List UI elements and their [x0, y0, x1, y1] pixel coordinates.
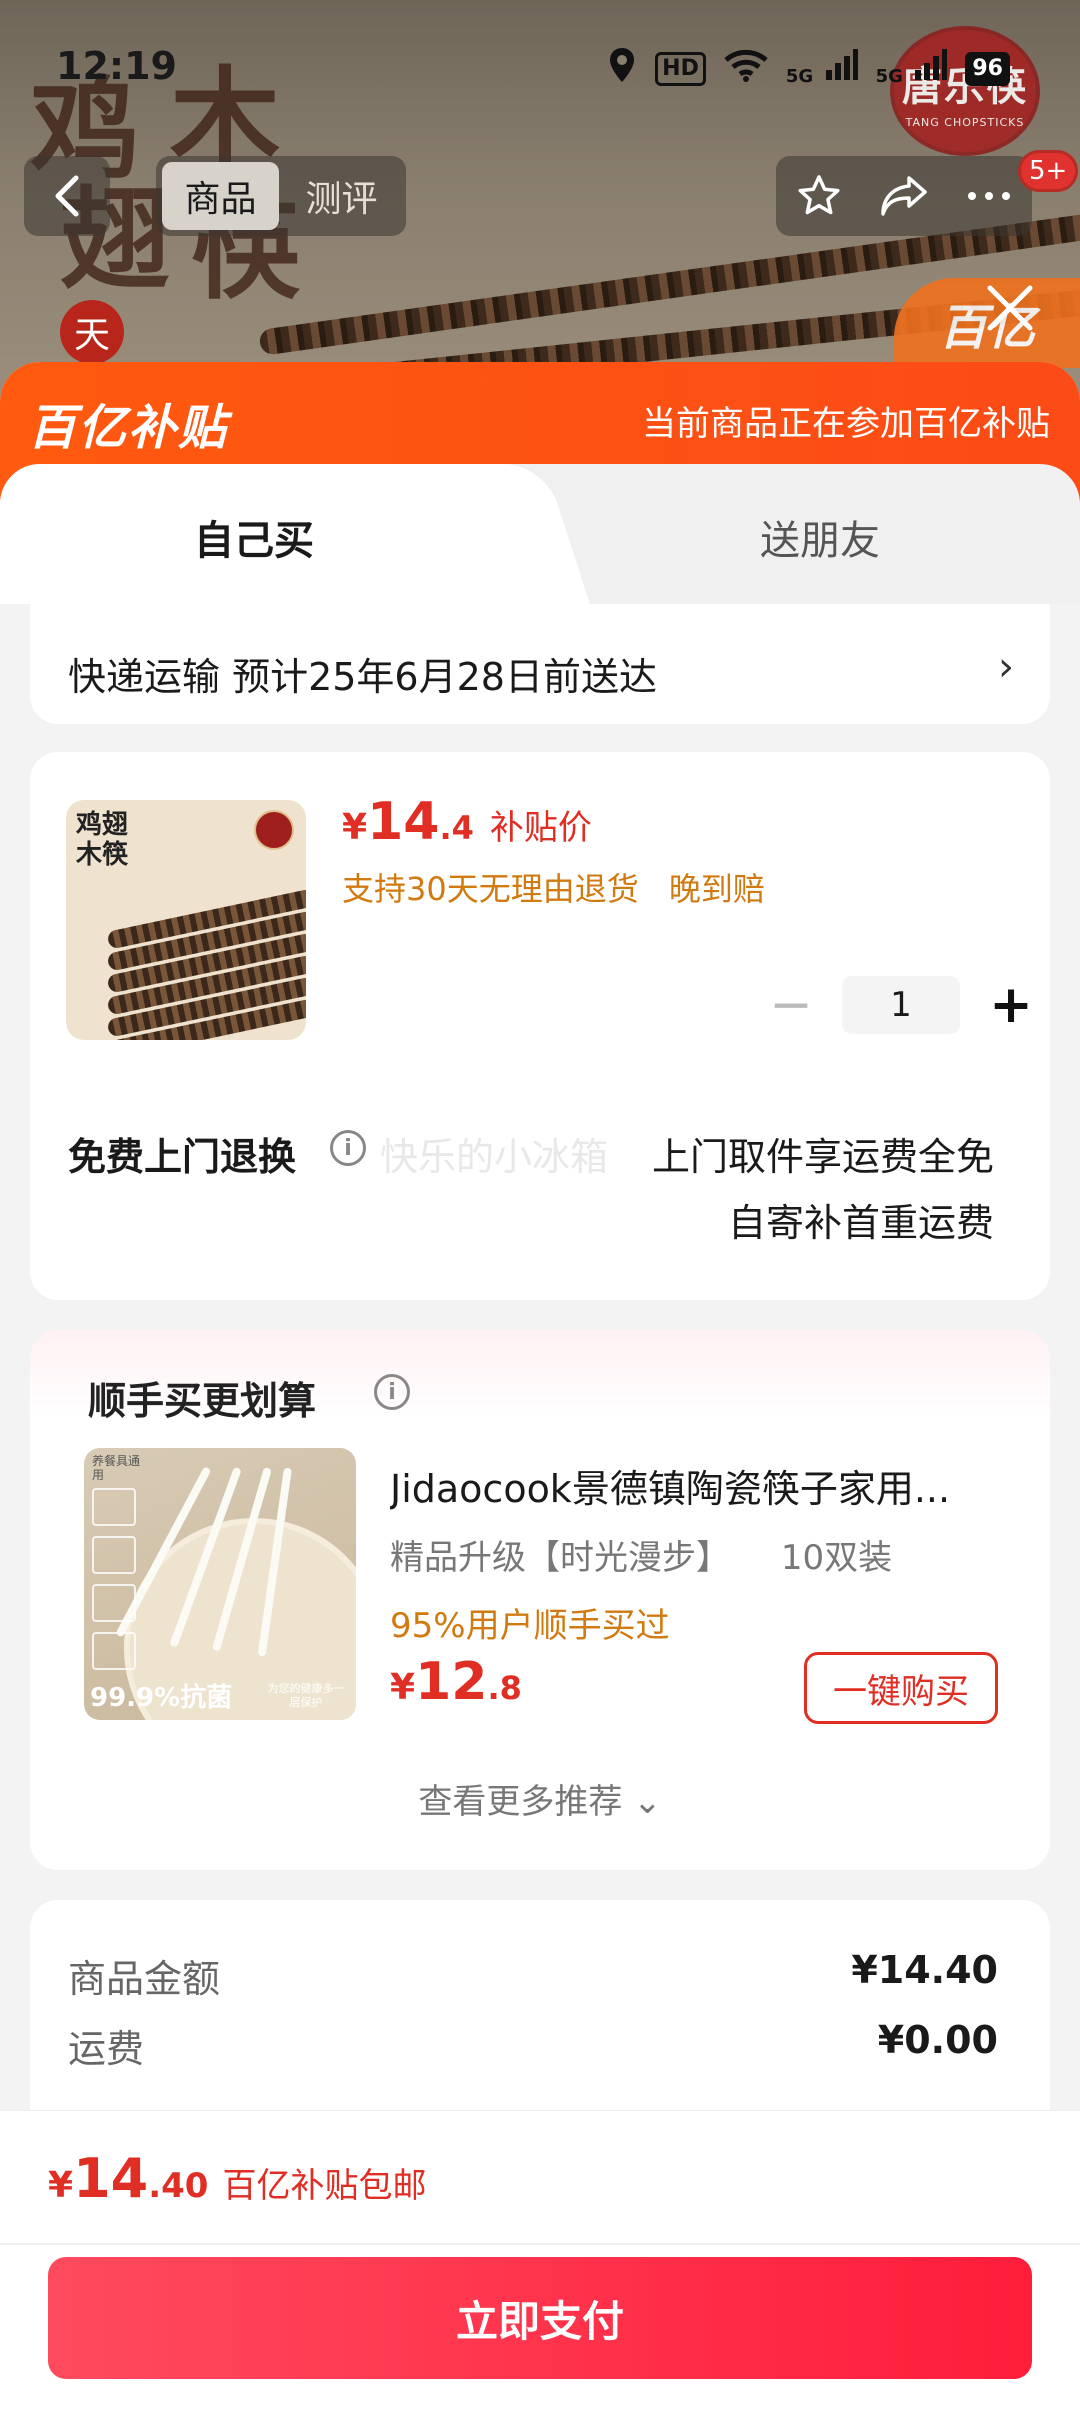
share-icon	[881, 176, 927, 216]
product-image-text-1: 鸡翅	[76, 810, 129, 840]
chevron-left-icon	[55, 175, 79, 217]
goods-amount-value: ¥14.40	[851, 1948, 998, 1992]
return-title: 免费上门退换	[68, 1135, 297, 1179]
checkout-bottom-bar: ¥ 14 .40 百亿补贴包邮 立即支付	[0, 2110, 1080, 2412]
more-dots-icon	[968, 192, 1011, 200]
info-icon[interactable]: i	[330, 1130, 366, 1166]
product-image-logo	[254, 810, 294, 850]
chevron-right-icon: ›	[998, 644, 1014, 690]
close-icon	[987, 285, 1033, 331]
info-icon[interactable]: i	[374, 1374, 410, 1410]
checkout-sheet: 百亿补贴 当前商品正在参加百亿补贴 自己买 送朋友 快递运输 预计25年6月28…	[0, 362, 1080, 2412]
signal-5g-icon: 5G	[786, 48, 858, 90]
bundle-recommendation: 顺手买更划算 i 养餐具通用 99.9%抗菌 为您的健康多一层保护 Jidaoc…	[30, 1330, 1050, 1870]
wifi-icon	[724, 48, 768, 90]
one-click-buy-button[interactable]: 一键购买	[804, 1652, 998, 1724]
total-price-decimal: .40	[148, 2166, 209, 2206]
bundle-image-tag: 养餐具通用	[92, 1454, 141, 1482]
price-integer: 14	[367, 792, 440, 852]
guarantee-tags: 支持30天无理由退货 晚到赔	[342, 864, 785, 910]
bundle-spec-variant: 精品升级【时光漫步】	[390, 1538, 730, 1578]
shipping-value: ¥0.00	[877, 2018, 998, 2062]
pay-now-button[interactable]: 立即支付	[48, 2257, 1032, 2379]
back-button[interactable]	[24, 156, 110, 236]
bundle-price: ¥ 12 .8	[390, 1652, 522, 1712]
hd-icon: HD	[655, 52, 706, 86]
guarantee-return: 支持30天无理由退货	[342, 870, 639, 908]
total-price-currency: ¥	[48, 2165, 74, 2206]
star-icon	[798, 175, 840, 215]
signal-5g-icon-2: 5G	[876, 48, 948, 90]
product-thumbnail[interactable]: 鸡翅 木筷	[66, 800, 306, 1040]
status-icons: HD 5G 5G 96	[607, 46, 1010, 92]
location-icon	[607, 46, 637, 92]
signal-5g-label-2: 5G	[875, 66, 903, 87]
bundle-image-features	[92, 1488, 136, 1670]
product-image-text: 鸡翅 木筷	[76, 810, 128, 870]
favorite-button[interactable]	[784, 161, 854, 231]
tab-reviews[interactable]: 测评	[283, 162, 400, 230]
shipping-label: 运费	[68, 2027, 145, 2071]
free-return-service: 免费上门退换 i 快乐的小冰箱 上门取件享运费全免 自寄补首重运费	[68, 1116, 1018, 1256]
signal-5g-label: 5G	[785, 66, 814, 87]
share-button[interactable]	[869, 161, 939, 231]
watermark-text: 快乐的小冰箱	[380, 1135, 609, 1179]
bundle-spec-quantity: 10双装	[780, 1538, 893, 1578]
total-row-goods: 商品金额 ¥14.40	[68, 1948, 998, 2003]
bundle-price-currency: ¥	[390, 1667, 416, 1708]
bundle-product-name[interactable]: Jidaocook景德镇陶瓷筷子家用...	[390, 1458, 1020, 1513]
total-price: ¥ 14 .40 百亿补贴包邮	[48, 2147, 426, 2210]
purchase-mode-segment: 自己买 送朋友	[0, 464, 1080, 604]
increase-quantity-button[interactable]: +	[980, 974, 1042, 1036]
status-time: 12:19	[56, 44, 177, 88]
battery-icon: 96	[965, 52, 1010, 86]
goods-amount-label: 商品金额	[68, 1957, 221, 2001]
bundle-price-decimal: .8	[487, 1669, 522, 1707]
quantity-stepper: − 1 +	[760, 974, 1042, 1036]
total-price-label: 百亿补贴包邮	[222, 2166, 427, 2206]
quantity-value[interactable]: 1	[842, 976, 960, 1034]
close-sheet-button[interactable]	[970, 268, 1050, 348]
tab-buy-self[interactable]: 自己买	[194, 508, 314, 566]
price-label: 补贴价	[489, 808, 592, 848]
bundle-image-foot: 为您的健康多一层保护	[267, 1682, 345, 1709]
product-image-text-2: 木筷	[76, 840, 129, 870]
total-row-shipping: 运费 ¥0.00	[68, 2018, 998, 2073]
bundle-product-spec: 精品升级【时光漫步】 10双装	[390, 1530, 932, 1579]
tab-product[interactable]: 商品	[162, 162, 279, 230]
banner-seal: 天	[60, 300, 124, 364]
nav-tabs: 商品 测评	[156, 156, 406, 236]
tab-gift-friend[interactable]: 送朋友	[760, 508, 880, 566]
bundle-social-proof: 95%用户顺手买过	[390, 1606, 670, 1646]
subsidy-note: 当前商品正在参加百亿补贴	[642, 404, 1050, 444]
return-line-1: 上门取件享运费全免	[651, 1135, 994, 1179]
delivery-text: 快递运输 预计25年6月28日前送达	[68, 655, 657, 699]
product-price: ¥ 14 .4 补贴价	[342, 792, 592, 852]
guarantee-late: 晚到赔	[668, 870, 765, 908]
divider	[0, 2243, 1080, 2245]
return-line-2: 自寄补首重运费	[727, 1201, 994, 1245]
delivery-row[interactable]: 快递运输 预计25年6月28日前送达 ›	[30, 604, 1050, 724]
bundle-image-badge: 99.9%抗菌	[90, 1683, 233, 1713]
message-badge: 5+	[1018, 150, 1079, 192]
price-decimal: .4	[439, 809, 474, 847]
bundle-title: 顺手买更划算	[88, 1379, 317, 1423]
status-bar: 12:19 HD 5G 5G 96	[0, 0, 1080, 130]
subsidy-logo: 百亿补贴	[28, 400, 229, 456]
bundle-product-thumbnail[interactable]: 养餐具通用 99.9%抗菌 为您的健康多一层保护	[84, 1448, 356, 1720]
price-currency: ¥	[342, 807, 368, 848]
bundle-price-integer: 12	[415, 1652, 488, 1712]
see-more-recommendations-link[interactable]: 查看更多推荐 ⌄	[30, 1774, 1050, 1823]
nav-actions	[776, 156, 1032, 236]
decrease-quantity-button[interactable]: −	[760, 974, 822, 1036]
more-button[interactable]	[954, 161, 1024, 231]
total-price-integer: 14	[73, 2147, 149, 2210]
product-card: 鸡翅 木筷 ¥ 14 .4 补贴价 支持30天无理由退货 晚到赔 − 1 + 免…	[30, 752, 1050, 1300]
